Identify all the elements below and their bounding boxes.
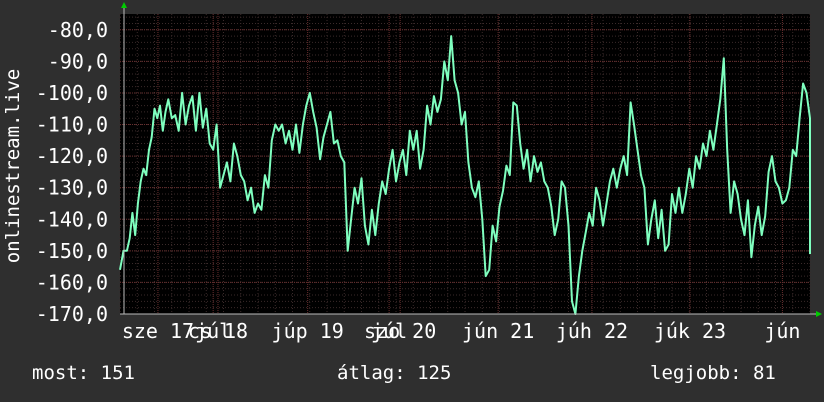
stat-best: legjobb: 81: [650, 362, 776, 384]
y-tick-label: -140,0: [36, 207, 108, 231]
x-tick-label: sze 17: [122, 319, 194, 343]
y-tick-label: -170,0: [36, 302, 108, 326]
line-chart: -80,0 -90,0 -100,0 -110,0 -120,0 -130,0 -140,0…: [2, 2, 822, 343]
x-tick-label: szo 20: [364, 319, 436, 343]
y-tick-label: -90,0: [48, 49, 108, 73]
y-tick-labels: -80,0 -90,0 -100,0 -110,0 -120,0 -130,0 -140,0…: [36, 18, 108, 326]
x-tick-label: jún 21: [462, 319, 534, 343]
y-tick-label: -130,0: [36, 176, 108, 200]
y-axis-arrow-icon: [121, 2, 127, 8]
grid: [119, 14, 811, 315]
x-tick-label: cs 18: [188, 319, 248, 343]
y-tick-label: -120,0: [36, 144, 108, 168]
x-tick-label: júp 19: [272, 319, 344, 343]
y-tick-label: -150,0: [36, 239, 108, 263]
stat-average: átlag: 125: [337, 362, 452, 384]
x-tick-label: jún: [764, 319, 800, 343]
x-axis-arrow-icon: [816, 311, 822, 317]
stat-current: most: 151: [32, 362, 135, 384]
y-tick-label: -160,0: [36, 270, 108, 294]
y-tick-label: -80,0: [48, 18, 108, 42]
y-tick-label: -100,0: [36, 81, 108, 105]
y-tick-label: -110,0: [36, 113, 108, 137]
y-axis-label: onlinestream.live: [2, 69, 24, 263]
x-tick-label: júh 22: [556, 319, 628, 343]
x-tick-labels: sze 17 júlcs 18 júp 19 júlszo 20 jún 21 júh 2…: [122, 319, 801, 343]
x-tick-label: júk 23: [654, 319, 726, 343]
chart-widget: -80,0 -90,0 -100,0 -110,0 -120,0 -130,0 -140,0…: [0, 0, 824, 402]
